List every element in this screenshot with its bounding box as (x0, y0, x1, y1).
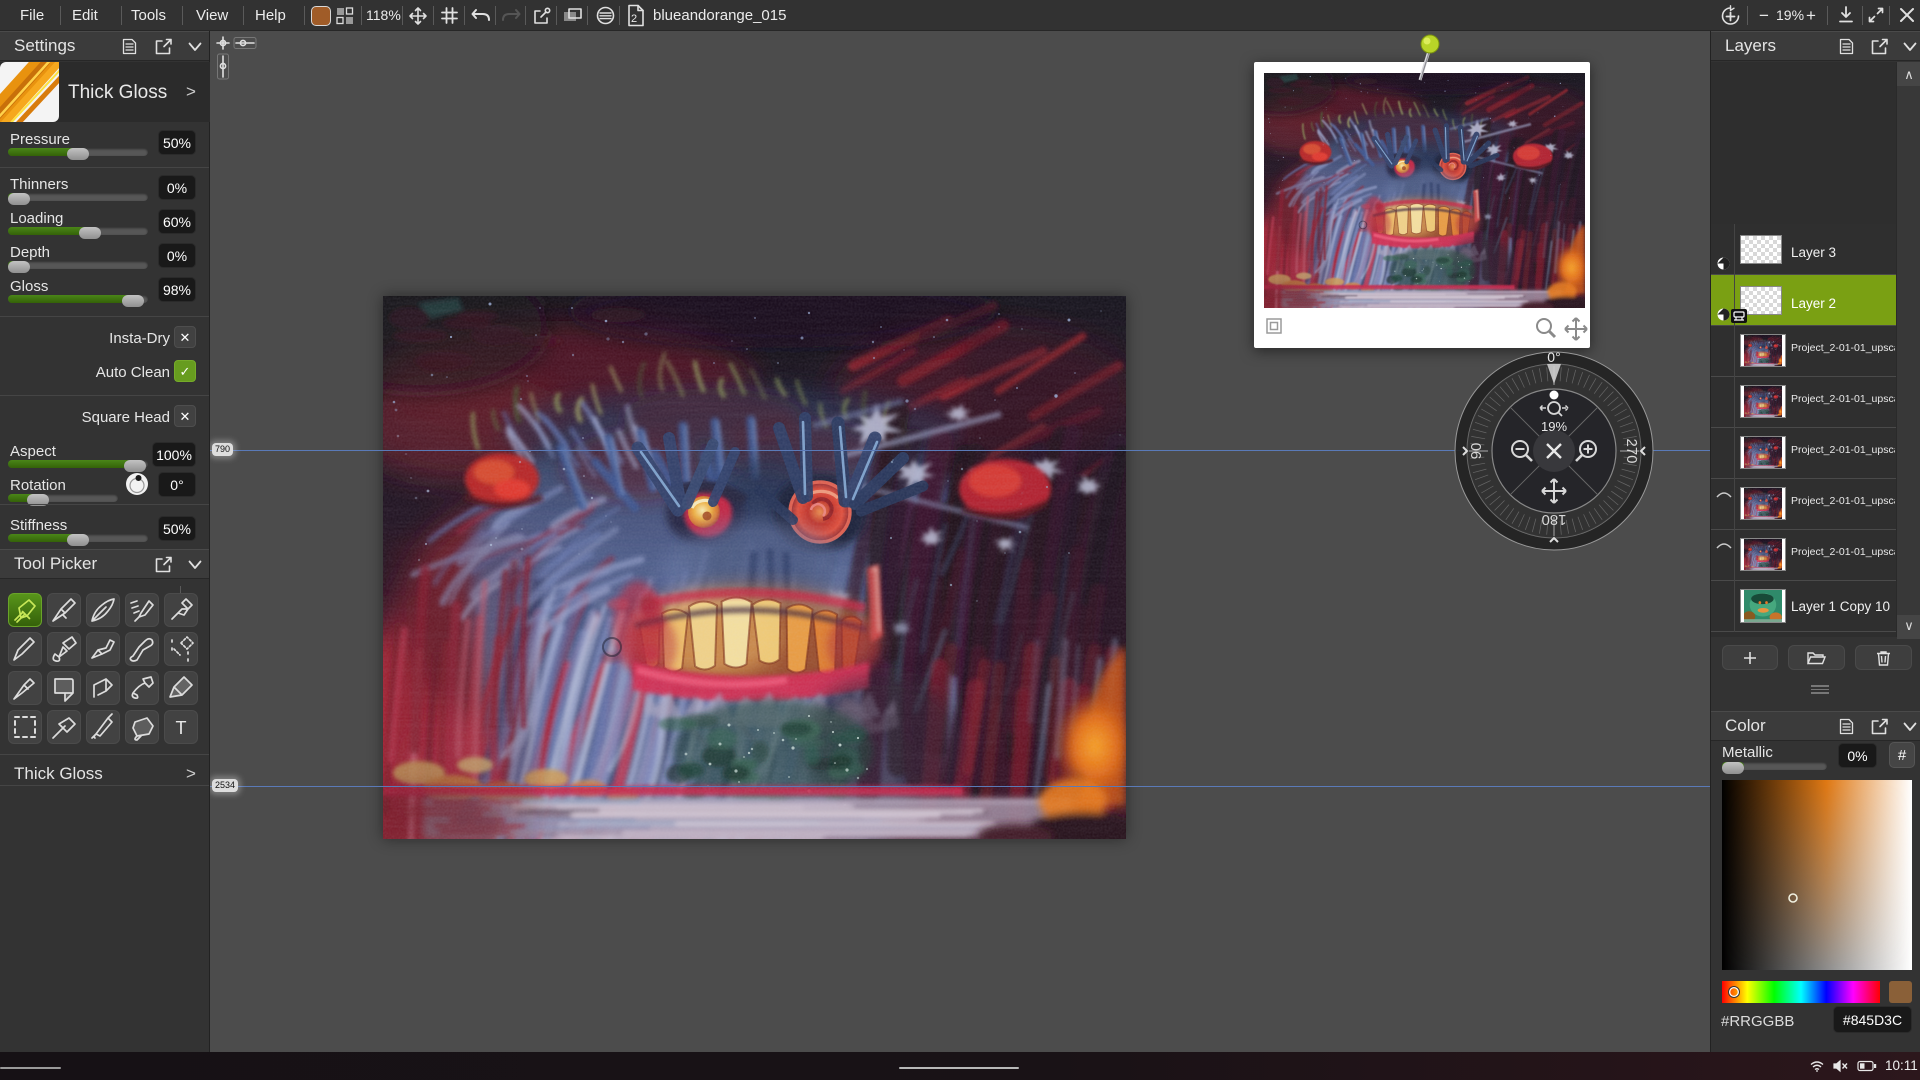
svg-text:0°: 0° (1547, 351, 1560, 365)
svg-text:270: 270 (1623, 438, 1640, 463)
svg-text:2: 2 (631, 13, 637, 25)
svg-text:19%: 19% (1541, 419, 1567, 434)
svg-text:90: 90 (1468, 443, 1485, 460)
svg-text:T: T (176, 718, 187, 738)
svg-text:180: 180 (1541, 511, 1566, 528)
